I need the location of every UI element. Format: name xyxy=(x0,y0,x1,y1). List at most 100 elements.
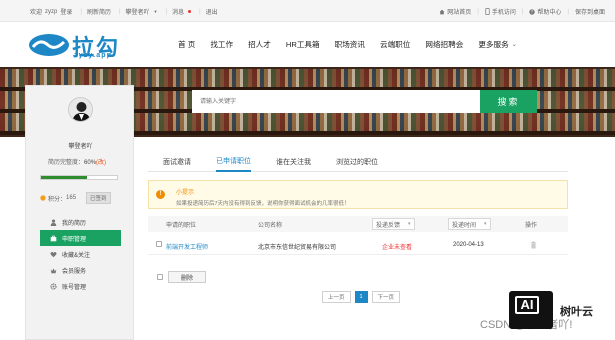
nav-item-career-news[interactable]: 职场资讯 xyxy=(335,39,365,50)
points-row: 积分： 165 已签到 xyxy=(40,192,111,204)
messages-link[interactable]: 消息 xyxy=(172,7,184,16)
home-link-label: 网站首页 xyxy=(447,10,472,16)
sidebar-item-account-management[interactable]: 账号管理 xyxy=(40,278,121,294)
application-status: 企业未查看 xyxy=(382,245,413,251)
sidebar-item-application-management[interactable]: 申职管理 xyxy=(40,230,121,246)
mobile-link[interactable]: 手机访问 xyxy=(485,7,516,16)
delete-button[interactable]: 删除 xyxy=(168,271,206,283)
mobile-link-label: 手机访问 xyxy=(491,10,516,16)
select-all-checkbox[interactable] xyxy=(157,274,163,280)
application-tabs: 面试邀请 已申请职位 谁在关注我 浏览过的职位 xyxy=(148,152,568,172)
column-header-job: 申请的职位 xyxy=(166,223,197,229)
refresh-resume-link[interactable]: 刷新简历 xyxy=(87,7,111,16)
divider: | xyxy=(567,8,569,15)
pagination: 上一页 1 下一页 xyxy=(322,291,404,303)
tip-text: 如果投递简历后7天内没有得到反馈，说明你获得面试机会的几率很低！ xyxy=(176,201,350,207)
chevron-down-icon: ▾ xyxy=(484,221,487,227)
briefcase-icon xyxy=(50,235,57,241)
signed-in-badge[interactable]: 已签到 xyxy=(86,192,111,204)
welcome-text: 欢迎 xyxy=(30,10,43,16)
nav-item-hr-tools[interactable]: HR工具箱 xyxy=(286,39,320,50)
edit-resume-link[interactable]: (改) xyxy=(96,160,106,166)
user-icon xyxy=(50,218,57,226)
sidebar-item-label: 申职管理 xyxy=(62,236,87,243)
page-number-current[interactable]: 1 xyxy=(354,291,368,303)
sidebar-item-label: 收藏&关注 xyxy=(62,252,91,259)
next-page-button[interactable]: 下一页 xyxy=(371,291,401,303)
logo-text-en: zyzy.app xyxy=(74,52,113,59)
resume-completeness: 简历完整度：60%(改) xyxy=(48,157,106,166)
tab-applied-jobs[interactable]: 已申请职位 xyxy=(216,152,251,172)
nav-item-home[interactable]: 首 页 xyxy=(178,39,195,50)
progress-fill xyxy=(41,176,87,179)
nav-menu: 首 页 找工作 招人才 HR工具箱 职场资讯 云端职位 网络招聘会 更多服务 ⌄ xyxy=(178,39,532,50)
warning-icon: ! xyxy=(156,190,165,199)
application-date: 2020-04-13 xyxy=(453,242,484,248)
trash-icon[interactable] xyxy=(530,241,537,249)
svg-text:?: ? xyxy=(531,9,533,14)
chevron-down-icon: ▼ xyxy=(153,9,158,14)
time-filter-label: 投递时间 xyxy=(452,222,477,229)
status-filter-dropdown[interactable]: 投递反馈 ▾ xyxy=(372,218,415,230)
divider: | xyxy=(165,8,168,15)
completeness-label: 简历完整度： xyxy=(48,160,85,166)
sidebar-item-favorites[interactable]: 收藏&关注 xyxy=(40,246,121,262)
sidebar-item-my-resume[interactable]: 我的简历 xyxy=(40,214,121,230)
user-menu[interactable]: 攀登者吖 xyxy=(126,7,150,16)
nav-more-label: 更多服务 xyxy=(478,40,509,49)
top-bar-right: 网站首页 | 手机访问 | ? 帮助中心 | 保存到桌面 xyxy=(439,7,605,16)
coin-icon xyxy=(40,195,46,201)
nav-item-job-fair[interactable]: 网络招聘会 xyxy=(425,39,463,50)
heart-icon xyxy=(50,251,57,257)
points-value: 165 xyxy=(66,195,77,201)
avatar[interactable] xyxy=(68,97,93,122)
site-logo[interactable]: 拉勾 zyzy.app xyxy=(28,28,133,62)
company-name[interactable]: 北京市东信世纪贸易有限公司 xyxy=(258,242,336,251)
help-link-label: 帮助中心 xyxy=(537,10,562,16)
divider: | xyxy=(80,8,82,15)
logout-link[interactable]: 退出 xyxy=(206,7,218,16)
column-header-action: 操作 xyxy=(525,223,538,229)
table-row: 前端开发工程师 北京市东信世纪贸易有限公司 企业未查看 2020-04-13 xyxy=(148,235,568,255)
help-icon: ? xyxy=(529,8,536,15)
main-navbar: 拉勾 zyzy.app 首 页 找工作 招人才 HR工具箱 职场资讯 云端职位 … xyxy=(0,22,615,67)
mobile-icon xyxy=(485,8,490,15)
avatar-person-icon xyxy=(69,98,92,121)
help-link[interactable]: ? 帮助中心 xyxy=(529,7,561,16)
ai-logo-icon: AI xyxy=(515,296,539,314)
nav-item-more[interactable]: 更多服务 ⌄ xyxy=(478,39,516,50)
home-link[interactable]: 网站首页 xyxy=(439,7,471,16)
logo-wave-icon xyxy=(29,34,69,56)
nav-item-find-job[interactable]: 找工作 xyxy=(210,39,233,50)
search-input[interactable] xyxy=(192,90,480,113)
sidebar-item-vip-service[interactable]: 会员服务 xyxy=(40,262,121,278)
nav-item-recruit[interactable]: 招人才 xyxy=(248,39,271,50)
applied-job-link[interactable]: 前端开发工程师 xyxy=(166,242,208,251)
search-button[interactable]: 搜索 xyxy=(480,90,537,113)
row-checkbox[interactable] xyxy=(156,241,162,247)
divider: | xyxy=(477,8,479,15)
user-sidebar: 攀登者吖 简历完整度：60%(改) 积分： 165 已签到 我的简历 申职管理 收… xyxy=(25,85,134,340)
tab-who-follows-me[interactable]: 谁在关注我 xyxy=(276,152,311,172)
column-header-company: 公司名称 xyxy=(258,223,283,229)
gear-icon xyxy=(50,282,57,290)
login-link[interactable]: 登录 xyxy=(60,7,72,16)
tab-interview-invites[interactable]: 面试邀请 xyxy=(163,152,191,172)
prev-page-button[interactable]: 上一页 xyxy=(322,291,351,303)
save-desktop-link[interactable]: 保存到桌面 xyxy=(575,7,605,16)
tip-title: 小提示 xyxy=(176,190,195,196)
nav-item-cloud-jobs[interactable]: 云端职位 xyxy=(380,39,410,50)
divider: | xyxy=(118,8,121,15)
completeness-value: 60% xyxy=(84,160,97,166)
tip-banner: ! 小提示 如果投递简历后7天内没有得到反馈，说明你获得面试机会的几率很低！ xyxy=(148,180,568,209)
status-filter-label: 投递反馈 xyxy=(376,222,401,229)
username-link[interactable]: zyzp xyxy=(45,9,57,15)
chevron-down-icon: ⌄ xyxy=(511,42,517,48)
tab-viewed-jobs[interactable]: 浏览过的职位 xyxy=(336,152,378,172)
notification-dot xyxy=(188,10,192,13)
home-icon xyxy=(439,9,445,14)
divider: | xyxy=(521,8,524,15)
sidebar-item-label: 我的简历 xyxy=(62,220,87,227)
time-filter-dropdown[interactable]: 投递时间 ▾ xyxy=(448,218,491,230)
table-header: 申请的职位 公司名称 投递反馈 ▾ 投递时间 ▾ 操作 xyxy=(148,216,568,232)
